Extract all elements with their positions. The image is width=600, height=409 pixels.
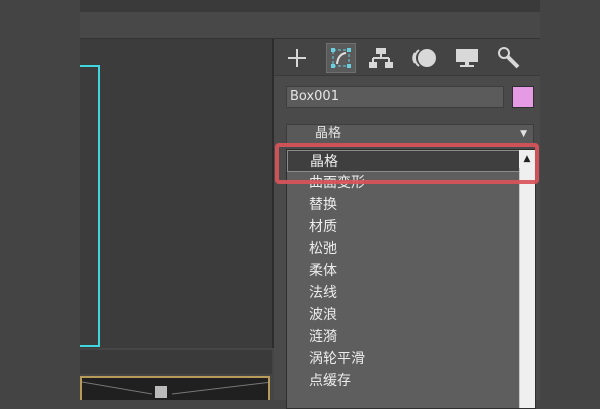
modify-icon [331, 48, 351, 68]
modifier-list-selected: 晶格 [315, 126, 342, 141]
display-icon [456, 49, 478, 67]
tab-create[interactable] [282, 43, 312, 73]
object-color-swatch[interactable] [512, 86, 534, 108]
motion-icon [412, 49, 436, 67]
list-item[interactable]: 替换 [287, 194, 535, 216]
list-item[interactable]: 涡轮平滑 [287, 348, 535, 370]
list-item[interactable]: 松弛 [287, 238, 535, 260]
selected-object-outline [80, 65, 100, 347]
list-item[interactable]: 涟漪 [287, 326, 535, 348]
object-name-field[interactable]: Box001 [286, 86, 504, 108]
viewport-divider [80, 350, 272, 374]
tab-modify[interactable] [326, 43, 356, 73]
list-item[interactable]: 波浪 [287, 304, 535, 326]
viewport[interactable] [80, 39, 274, 348]
viewport-header [80, 12, 540, 39]
list-item[interactable]: 柔体 [287, 260, 535, 282]
plus-icon [288, 49, 306, 67]
dropdown-scrollbar[interactable]: ▲ [519, 150, 535, 408]
top-toolbar-edge [80, 0, 540, 12]
modifier-list-select[interactable]: 晶格 ▼ [286, 124, 534, 144]
dropdown-arrow-icon: ▼ [520, 129, 527, 139]
list-item[interactable]: 材质 [287, 216, 535, 238]
hierarchy-icon [369, 48, 393, 68]
wrench-icon [498, 47, 520, 69]
left-panel-edge [0, 0, 80, 400]
list-item[interactable]: 法线 [287, 282, 535, 304]
tab-hierarchy[interactable] [366, 43, 396, 73]
command-panel: Box001 晶格 ▼ 晶格 曲面变形 替换 材质 松弛 柔体 法线 波浪 涟漪… [274, 39, 540, 409]
tab-utilities[interactable] [494, 43, 524, 73]
command-panel-tabs [274, 39, 540, 76]
annotation-highlight-box [275, 143, 539, 184]
modifier-dropdown-list[interactable]: 晶格 曲面变形 替换 材质 松弛 柔体 法线 波浪 涟漪 涡轮平滑 点缓存 ▲ [286, 149, 536, 409]
tab-display[interactable] [452, 43, 482, 73]
camera-icon [82, 381, 268, 398]
perspective-viewport[interactable] [80, 376, 270, 400]
tab-motion[interactable] [410, 43, 440, 73]
list-item[interactable]: 点缓存 [287, 370, 535, 392]
right-panel-edge [540, 0, 600, 400]
